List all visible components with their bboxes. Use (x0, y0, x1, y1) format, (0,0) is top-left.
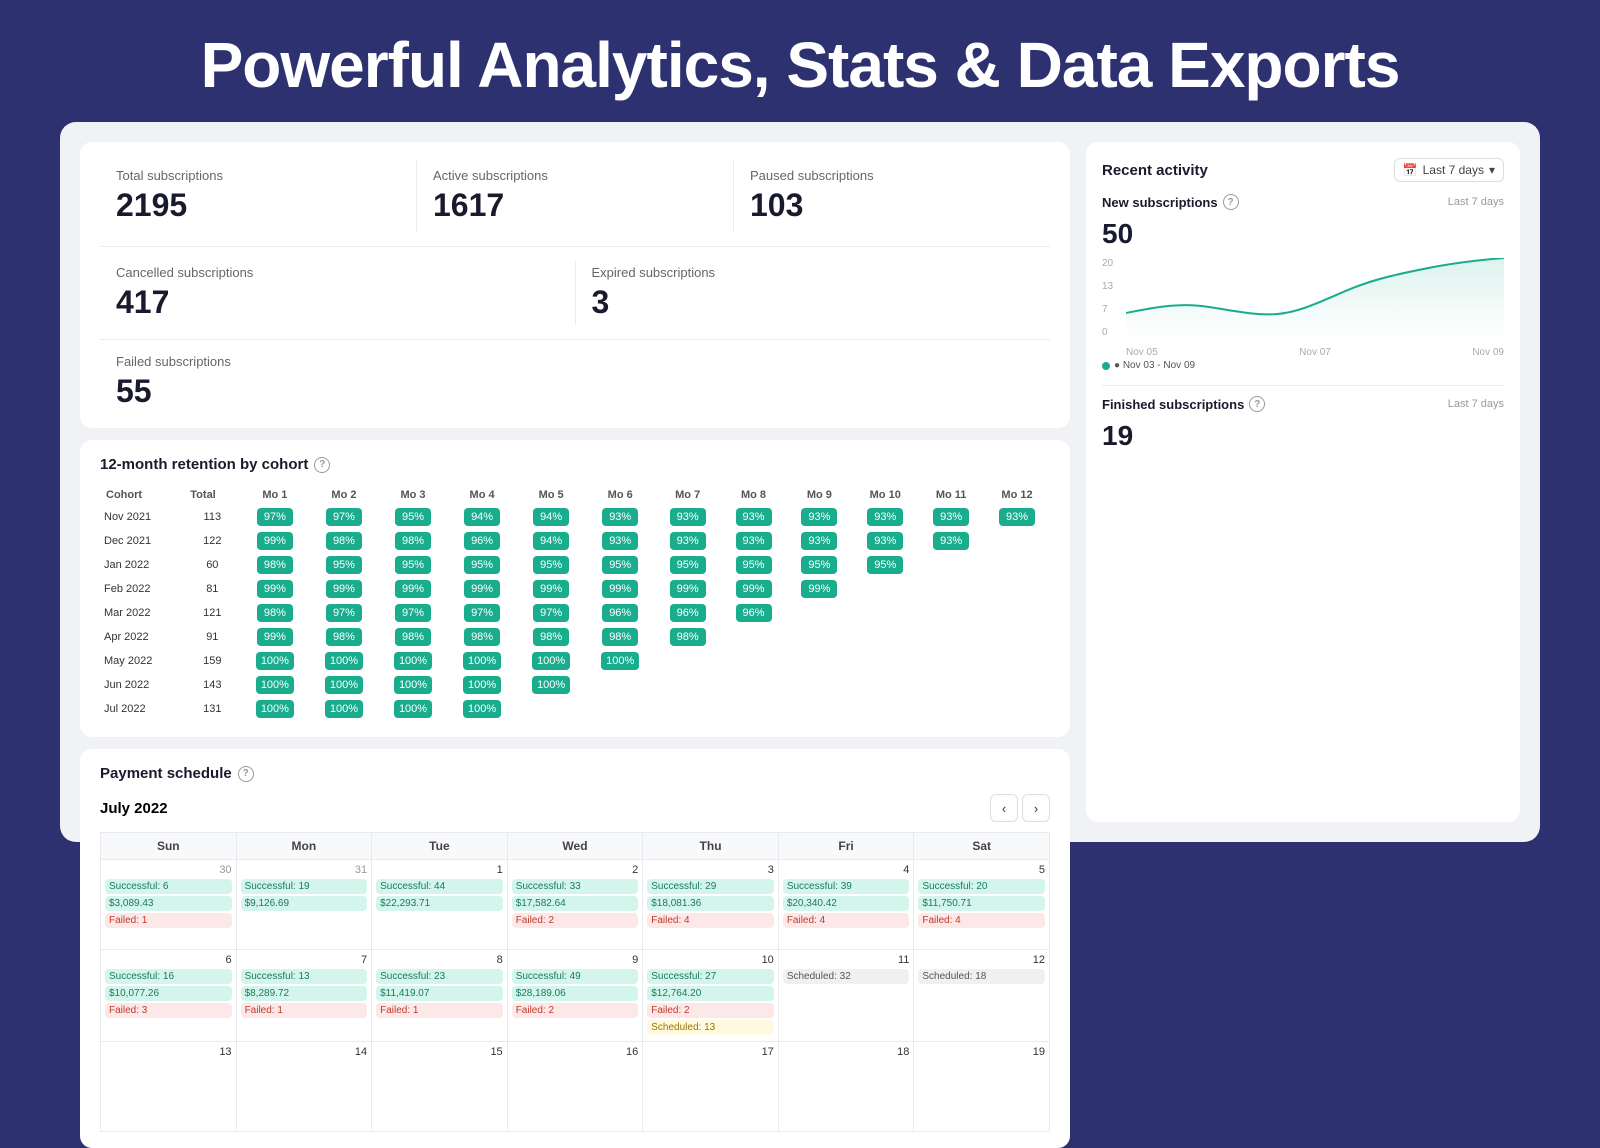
calendar-day: 7Successful: 13$8,289.72Failed: 1 (236, 950, 372, 1042)
expired-stat: Expired subscriptions 3 (576, 261, 1051, 325)
payment-title: Payment schedule (100, 765, 232, 782)
expired-label: Expired subscriptions (592, 265, 1035, 280)
cancelled-stat: Cancelled subscriptions 417 (100, 261, 576, 325)
calendar-day: 31Successful: 19$9,126.69 (236, 860, 372, 950)
retention-row: Jul 2022131100%100%100%100% (100, 697, 1050, 721)
new-subs-period: Last 7 days (1448, 196, 1504, 208)
finished-subs-help-icon[interactable]: ? (1249, 396, 1265, 412)
calendar-day: 6Successful: 16$10,077.26Failed: 3 (101, 950, 237, 1042)
retention-row: Feb 20228199%99%99%99%99%99%99%99%99% (100, 577, 1050, 601)
new-subs-value: 50 (1102, 218, 1504, 250)
calendar-day: 8Successful: 23$11,419.07Failed: 1 (372, 950, 508, 1042)
calendar-week: 30Successful: 6$3,089.43Failed: 131Succe… (101, 860, 1050, 950)
calendar-day: 4Successful: 39$20,340.42Failed: 4 (778, 860, 914, 950)
retention-row: Nov 202111397%97%95%94%94%93%93%93%93%93… (100, 505, 1050, 529)
chart-svg-area (1126, 258, 1504, 338)
active-stat: Active subscriptions 1617 (417, 160, 734, 232)
retention-title: 12-month retention by cohort (100, 456, 308, 473)
retention-help-icon[interactable]: ? (314, 457, 330, 473)
calendar-day: 17 (643, 1042, 779, 1132)
chart-legend-label: ● Nov 03 - Nov 09 (1114, 360, 1195, 371)
left-panel: Total subscriptions 2195 Active subscrip… (80, 142, 1070, 822)
calendar-day: 9Successful: 49$28,189.06Failed: 2 (507, 950, 643, 1042)
calendar-day: 1Successful: 44$22,293.71 (372, 860, 508, 950)
next-month-button[interactable]: › (1022, 794, 1050, 822)
calendar-day: 10Successful: 27$12,764.20Failed: 2Sched… (643, 950, 779, 1042)
chart-x-axis: Nov 05 Nov 07 Nov 09 (1126, 347, 1504, 358)
calendar-table: SunMonTueWedThuFriSat 30Successful: 6$3,… (100, 832, 1050, 1132)
expired-value: 3 (592, 284, 1035, 321)
page-title: Powerful Analytics, Stats & Data Exports (0, 0, 1600, 122)
total-value: 2195 (116, 187, 400, 224)
stats-section: Total subscriptions 2195 Active subscrip… (80, 142, 1070, 428)
payment-section: Payment schedule ? July 2022 ‹ › SunMonT… (80, 749, 1070, 1148)
calendar-week: 13141516171819 (101, 1042, 1050, 1132)
active-value: 1617 (433, 187, 717, 224)
calendar-day: 16 (507, 1042, 643, 1132)
retention-row: Jan 20226098%95%95%95%95%95%95%95%95%95% (100, 553, 1050, 577)
total-label: Total subscriptions (116, 168, 400, 183)
prev-month-button[interactable]: ‹ (990, 794, 1018, 822)
calendar-month: July 2022 (100, 800, 168, 817)
retention-row: Apr 20229199%98%98%98%98%98%98% (100, 625, 1050, 649)
total-stat: Total subscriptions 2195 (100, 160, 417, 232)
retention-row: May 2022159100%100%100%100%100%100% (100, 649, 1050, 673)
retention-section: 12-month retention by cohort ? CohortTot… (80, 440, 1070, 737)
new-subs-subsection: New subscriptions ? Last 7 days 50 20 13… (1102, 194, 1504, 371)
chart-legend: ● Nov 03 - Nov 09 (1102, 360, 1504, 371)
calendar-day: 2Successful: 33$17,582.64Failed: 2 (507, 860, 643, 950)
failed-value: 55 (116, 373, 1050, 410)
finished-subs-subsection: Finished subscriptions ? Last 7 days 19 (1102, 396, 1504, 452)
activity-title: Recent activity (1102, 162, 1208, 179)
failed-stat: Failed subscriptions 55 (100, 339, 1050, 410)
activity-section: Recent activity 📅 Last 7 days ▾ New subs… (1086, 142, 1520, 822)
calendar-day: 5Successful: 20$11,750.71Failed: 4 (914, 860, 1050, 950)
retention-row: Jun 2022143100%100%100%100%100% (100, 673, 1050, 697)
calendar-day: 12Scheduled: 18 (914, 950, 1050, 1042)
calendar-day: 13 (101, 1042, 237, 1132)
chart-dot-icon (1102, 362, 1110, 370)
calendar-icon: 📅 (1403, 163, 1418, 177)
cancelled-value: 417 (116, 284, 559, 321)
active-label: Active subscriptions (433, 168, 717, 183)
new-subs-chart: 20 13 7 0 (1102, 258, 1504, 358)
filter-label: Last 7 days (1423, 163, 1484, 177)
failed-label: Failed subscriptions (116, 354, 1050, 369)
calendar-day: 14 (236, 1042, 372, 1132)
calendar-day: 18 (778, 1042, 914, 1132)
divider (1102, 385, 1504, 386)
new-subs-title: New subscriptions (1102, 195, 1218, 210)
paused-stat: Paused subscriptions 103 (734, 160, 1050, 232)
new-subs-help-icon[interactable]: ? (1223, 194, 1239, 210)
retention-table: CohortTotalMo 1Mo 2Mo 3Mo 4Mo 5Mo 6Mo 7M… (100, 485, 1050, 721)
finished-subs-title: Finished subscriptions (1102, 397, 1244, 412)
calendar-day: 11Scheduled: 32 (778, 950, 914, 1042)
calendar-week: 6Successful: 16$10,077.26Failed: 37Succe… (101, 950, 1050, 1042)
finished-subs-period: Last 7 days (1448, 398, 1504, 410)
chart-y-axis: 20 13 7 0 (1102, 258, 1122, 338)
calendar-day: 3Successful: 29$18,081.36Failed: 4 (643, 860, 779, 950)
finished-subs-value: 19 (1102, 420, 1504, 452)
retention-row: Mar 202212198%97%97%97%97%96%96%96% (100, 601, 1050, 625)
retention-row: Dec 202112299%98%98%96%94%93%93%93%93%93… (100, 529, 1050, 553)
chevron-down-icon: ▾ (1489, 163, 1495, 177)
calendar-day: 15 (372, 1042, 508, 1132)
payment-help-icon[interactable]: ? (238, 766, 254, 782)
cancelled-label: Cancelled subscriptions (116, 265, 559, 280)
main-container: Total subscriptions 2195 Active subscrip… (60, 122, 1540, 842)
date-filter-button[interactable]: 📅 Last 7 days ▾ (1394, 158, 1504, 182)
calendar-day: 30Successful: 6$3,089.43Failed: 1 (101, 860, 237, 950)
paused-label: Paused subscriptions (750, 168, 1034, 183)
paused-value: 103 (750, 187, 1034, 224)
right-panel: Recent activity 📅 Last 7 days ▾ New subs… (1086, 142, 1520, 822)
calendar-day: 19 (914, 1042, 1050, 1132)
